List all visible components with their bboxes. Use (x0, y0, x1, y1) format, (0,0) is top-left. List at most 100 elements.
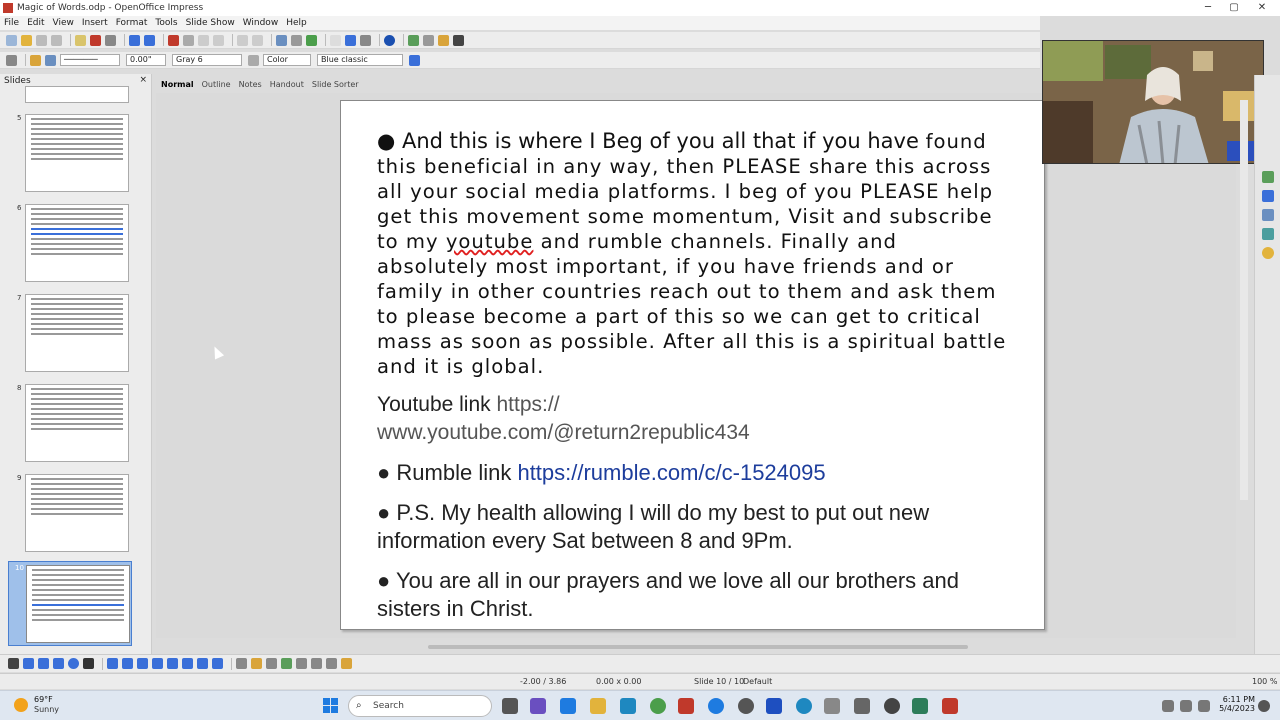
slide-thumbnail-6[interactable] (25, 204, 129, 282)
from-file-icon[interactable] (266, 658, 277, 669)
menu-format[interactable]: Format (116, 18, 148, 28)
openoffice-impress-icon[interactable] (942, 698, 958, 714)
flowchart-icon[interactable] (182, 658, 193, 669)
menu-tools[interactable]: Tools (155, 18, 177, 28)
gallery-tool-icon[interactable] (281, 658, 292, 669)
export-pdf-icon[interactable] (90, 34, 101, 46)
slide-icon[interactable] (408, 34, 419, 46)
print-icon[interactable] (105, 34, 116, 46)
slide-layout-icon[interactable] (423, 34, 434, 46)
spellcheck-icon[interactable] (129, 34, 140, 46)
navigator-panel-icon[interactable] (1261, 228, 1274, 240)
store-icon[interactable] (620, 698, 636, 714)
rumble-url-link[interactable]: https://rumble.com/c/c-1524095 (517, 460, 825, 485)
line-style-select[interactable]: ─────── (60, 54, 120, 66)
tab-normal[interactable]: Normal (161, 80, 194, 89)
slide-design-icon[interactable] (438, 34, 449, 46)
menu-window[interactable]: Window (243, 18, 279, 28)
callouts-icon[interactable] (197, 658, 208, 669)
email-icon[interactable] (51, 34, 62, 46)
open-icon[interactable] (21, 34, 32, 46)
hyperlink-icon[interactable] (306, 34, 317, 46)
styles-panel-icon[interactable] (1261, 190, 1274, 202)
slide-show-icon[interactable] (453, 34, 464, 46)
table-icon[interactable] (291, 34, 302, 46)
monitor-app-icon[interactable] (912, 698, 928, 714)
functions-icon[interactable] (1261, 247, 1274, 259)
stars-icon[interactable] (212, 658, 223, 669)
arrange-icon[interactable] (326, 658, 337, 669)
edge-icon[interactable] (708, 698, 724, 714)
teams-icon[interactable] (530, 698, 546, 714)
grid-icon[interactable] (330, 34, 341, 46)
start-button[interactable] (323, 698, 339, 714)
slide-thumbnail-5[interactable] (25, 114, 129, 192)
zoom-level[interactable]: 100 % (1252, 677, 1277, 686)
zoom-app-icon[interactable] (766, 698, 782, 714)
menu-slide-show[interactable]: Slide Show (186, 18, 235, 28)
file-explorer-icon[interactable] (590, 698, 606, 714)
symbol-shapes-icon[interactable] (152, 658, 163, 669)
zoom-icon[interactable] (360, 34, 371, 46)
tray-chevron-icon[interactable] (1162, 700, 1174, 712)
chrome-icon[interactable] (650, 698, 666, 714)
slide-thumbnail-4-partial[interactable] (25, 86, 129, 103)
block-arrows-icon[interactable] (167, 658, 178, 669)
ps-paragraph[interactable]: ● P.S. My health allowing I will do my b… (377, 499, 1014, 555)
horizontal-scrollbar[interactable] (428, 645, 968, 649)
tab-notes[interactable]: Notes (239, 80, 262, 89)
task-view-icon[interactable] (502, 698, 518, 714)
curve-icon[interactable] (107, 658, 118, 669)
autospell-icon[interactable] (144, 34, 155, 46)
area-icon[interactable] (248, 54, 259, 66)
points-icon[interactable] (236, 658, 247, 669)
rectangle-icon[interactable] (53, 658, 64, 669)
notification-icon[interactable] (1258, 700, 1270, 712)
connector-icon[interactable] (122, 658, 133, 669)
gallery-icon[interactable] (1261, 209, 1274, 221)
tab-slide-sorter[interactable]: Slide Sorter (312, 80, 359, 89)
area-style-select[interactable]: Color (263, 54, 311, 66)
slide-thumbnail-9[interactable] (25, 474, 129, 552)
slide-thumbnail-10-selected[interactable]: 10 (8, 561, 132, 646)
tab-outline[interactable]: Outline (202, 80, 231, 89)
menu-file[interactable]: File (4, 18, 19, 28)
clone-format-icon[interactable] (213, 34, 224, 46)
copy-icon[interactable] (183, 34, 194, 46)
thunderbird-icon[interactable] (796, 698, 812, 714)
youtube-url-part2[interactable]: www.youtube.com/@return2republic434 (377, 421, 750, 444)
skype-icon[interactable] (560, 698, 576, 714)
line-color-select[interactable]: Gray 6 (172, 54, 242, 66)
rotate-icon[interactable] (296, 658, 307, 669)
tab-handout[interactable]: Handout (270, 80, 304, 89)
ellipse-icon[interactable] (68, 658, 79, 669)
line-icon[interactable] (30, 54, 41, 66)
rumble-link-paragraph[interactable]: ● Rumble link https://rumble.com/c/c-152… (377, 459, 1014, 487)
line-width-field[interactable]: 0.00" (126, 54, 166, 66)
extrusion-icon[interactable] (341, 658, 352, 669)
maximize-button[interactable]: ▢ (1222, 0, 1246, 16)
menu-help[interactable]: Help (286, 18, 307, 28)
undo-icon[interactable] (237, 34, 248, 46)
arrow-tool-icon[interactable] (38, 658, 49, 669)
settings-icon[interactable] (738, 698, 754, 714)
camera-icon[interactable] (854, 698, 870, 714)
slide-paragraph-appeal[interactable]: ● And this is where I Beg of you all tha… (377, 129, 1014, 379)
youtube-url-part1[interactable]: https:// (497, 393, 560, 416)
shadow-icon[interactable] (409, 54, 420, 66)
close-button[interactable]: ✕ (1250, 0, 1274, 16)
slide-thumbnail-7[interactable] (25, 294, 129, 372)
security-icon[interactable] (678, 698, 694, 714)
media-player-icon[interactable] (884, 698, 900, 714)
network-icon[interactable] (1180, 700, 1192, 712)
slide-thumbnail-8[interactable] (25, 384, 129, 462)
help-icon[interactable] (384, 34, 395, 46)
menu-insert[interactable]: Insert (82, 18, 108, 28)
volume-icon[interactable] (1198, 700, 1210, 712)
calculator-icon[interactable] (824, 698, 840, 714)
menu-edit[interactable]: Edit (27, 18, 44, 28)
fontwork-icon[interactable] (251, 658, 262, 669)
select-icon[interactable] (8, 658, 19, 669)
navigator-icon[interactable] (345, 34, 356, 46)
minimize-button[interactable]: ─ (1196, 0, 1220, 16)
